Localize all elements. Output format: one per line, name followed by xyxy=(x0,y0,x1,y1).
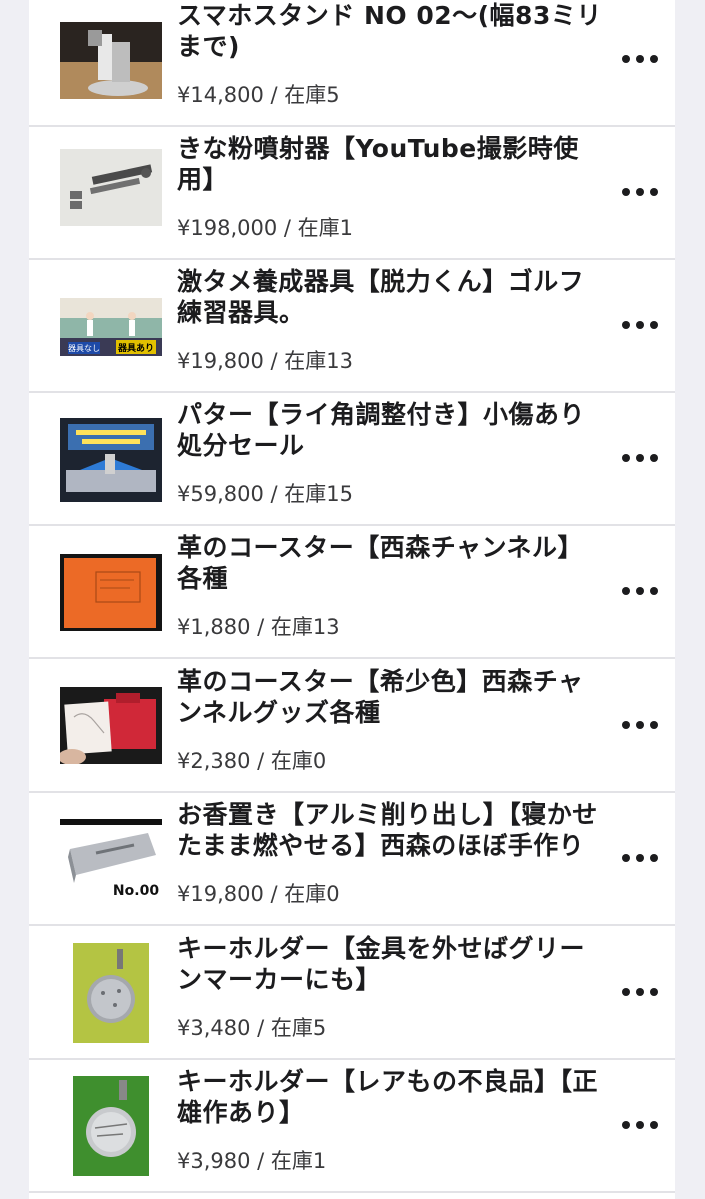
list-item[interactable]: きな粉噴射器【YouTube撮影時使用】 ¥198,000 / 在庫1 xyxy=(29,127,675,260)
more-options-button[interactable] xyxy=(618,576,662,606)
incense-holder-photo: No.00 xyxy=(60,819,162,903)
incense-holder-thumbnail[interactable]: No.00 xyxy=(60,819,162,903)
thumb-label: 器具あり xyxy=(117,343,154,354)
item-title: スマホスタンド NO 02〜(幅83ミリまで) xyxy=(177,1,602,61)
list-item[interactable]: 器具なし 器具あり 激タメ養成器具【脱力くん】ゴルフ練習器具。 ¥19,800 … xyxy=(29,260,675,393)
item-price-stock: ¥3,480 / 在庫5 xyxy=(177,1016,327,1040)
thumb-label: No.00 xyxy=(113,883,159,899)
list-item[interactable]: 革のコースター【希少色】西森チャンネルグッズ各種 ¥2,380 / 在庫0 xyxy=(29,660,675,793)
item-title: 革のコースター【西森チャンネル】各種 xyxy=(177,533,584,593)
putter-thumbnail[interactable] xyxy=(60,418,162,502)
ellipsis-icon xyxy=(622,55,630,63)
phone-stand-thumbnail[interactable] xyxy=(60,22,162,99)
item-title: キーホルダー【レアもの不良品】【正雄作あり】 xyxy=(177,1067,599,1127)
ellipsis-icon xyxy=(622,188,630,196)
golf-training-thumbnail[interactable]: 器具なし 器具あり xyxy=(60,298,162,356)
item-price-stock: ¥14,800 / 在庫5 xyxy=(177,83,340,107)
more-options-button[interactable] xyxy=(618,44,662,74)
list-item[interactable]: パター【ライ角調整付き】小傷あり処分セール ¥59,800 / 在庫15 xyxy=(29,393,675,526)
item-title: 激タメ養成器具【脱力くん】ゴルフ練習器具。 xyxy=(177,267,585,327)
item-title: きな粉噴射器【YouTube撮影時使用】 xyxy=(177,134,579,194)
ellipsis-icon xyxy=(622,988,630,996)
more-options-button[interactable] xyxy=(618,1110,662,1140)
keychain-photo xyxy=(73,943,149,1043)
list-item[interactable]: キーホルダー【金具を外せばグリーンマーカーにも】 ¥3,480 / 在庫5 xyxy=(29,927,675,1060)
item-price-stock: ¥198,000 / 在庫1 xyxy=(177,216,353,240)
more-options-button[interactable] xyxy=(618,177,662,207)
item-title: お香置き【アルミ削り出し】【寝かせたまま燃やせる】西森のほぼ手作り xyxy=(177,800,598,860)
powder-sprayer-thumbnail[interactable] xyxy=(60,149,162,226)
item-price-stock: ¥2,380 / 在庫0 xyxy=(177,749,327,773)
ellipsis-icon xyxy=(622,721,630,729)
item-price-stock: ¥3,980 / 在庫1 xyxy=(177,1149,327,1173)
ellipsis-icon xyxy=(622,1121,630,1129)
more-options-button[interactable] xyxy=(618,710,662,740)
ellipsis-icon xyxy=(622,854,630,862)
item-price-stock: ¥19,800 / 在庫13 xyxy=(177,349,353,373)
rare-coaster-photo xyxy=(60,687,162,764)
phone-stand-photo xyxy=(60,22,162,99)
rare-keychain-thumbnail[interactable] xyxy=(73,1076,149,1176)
item-title: キーホルダー【金具を外せばグリーンマーカーにも】 xyxy=(177,934,586,994)
putter-photo xyxy=(60,418,162,502)
item-title: パター【ライ角調整付き】小傷あり処分セール xyxy=(177,400,586,460)
more-options-button[interactable] xyxy=(618,843,662,873)
more-options-button[interactable] xyxy=(618,310,662,340)
item-title: 革のコースター【希少色】西森チャンネルグッズ各種 xyxy=(177,667,584,727)
list-item[interactable]: キーホルダー【レアもの不良品】【正雄作あり】 ¥3,980 / 在庫1 xyxy=(29,1060,675,1193)
keychain-thumbnail[interactable] xyxy=(73,943,149,1043)
list-item[interactable]: スマホスタンド NO 02〜(幅83ミリまで) ¥14,800 / 在庫5 xyxy=(29,0,675,127)
rare-coaster-thumbnail[interactable] xyxy=(60,687,162,764)
ellipsis-icon xyxy=(622,587,630,595)
leather-coaster-thumbnail[interactable] xyxy=(60,554,162,631)
powder-sprayer-photo xyxy=(60,149,162,226)
item-price-stock: ¥59,800 / 在庫15 xyxy=(177,482,353,506)
more-options-button[interactable] xyxy=(618,443,662,473)
golf-training-photo: 器具なし 器具あり xyxy=(60,298,162,356)
thumb-label: 器具なし xyxy=(68,344,100,353)
ellipsis-icon xyxy=(622,454,630,462)
item-price-stock: ¥19,800 / 在庫0 xyxy=(177,882,340,906)
list-item[interactable]: 革のコースター【西森チャンネル】各種 ¥1,880 / 在庫13 xyxy=(29,526,675,659)
more-options-button[interactable] xyxy=(618,977,662,1007)
item-price-stock: ¥1,880 / 在庫13 xyxy=(177,615,340,639)
ellipsis-icon xyxy=(622,321,630,329)
leather-coaster-photo xyxy=(60,554,162,631)
rare-keychain-photo xyxy=(73,1076,149,1176)
list-item[interactable]: No.00 お香置き【アルミ削り出し】【寝かせたまま燃やせる】西森のほぼ手作り … xyxy=(29,793,675,926)
product-list: スマホスタンド NO 02〜(幅83ミリまで) ¥14,800 / 在庫5 きな… xyxy=(29,0,675,1199)
